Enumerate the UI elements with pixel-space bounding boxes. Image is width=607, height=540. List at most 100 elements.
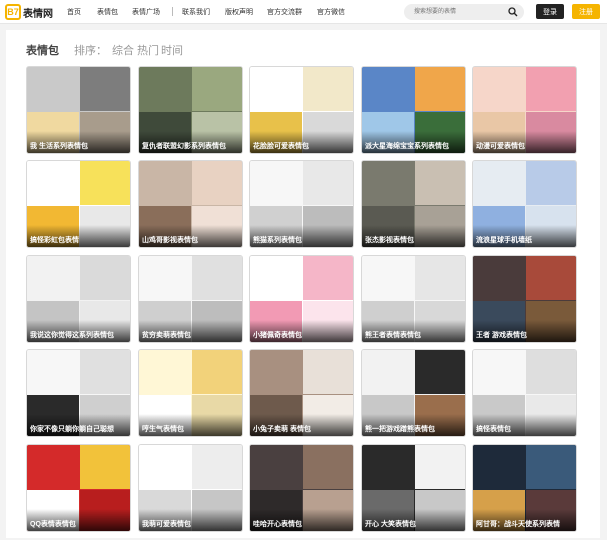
login-button[interactable]: 登录 <box>536 4 564 19</box>
emoji-pack-card[interactable]: 花脸脸可爱表情包 <box>249 66 354 154</box>
emoji-pack-card[interactable]: 开心 大笑表情包 <box>361 444 466 532</box>
card-title[interactable]: 花脸脸可爱表情包 <box>250 131 353 153</box>
thumbnail-tile <box>192 67 242 111</box>
card-title[interactable]: 我说这你觉得这系列表情包 <box>27 320 130 342</box>
card-title[interactable]: 你家不像只躺你躺自己聪想 <box>27 414 130 436</box>
nav-item-emoji-packs[interactable]: 表情包 <box>97 7 118 17</box>
nav-item-group[interactable]: 官方交流群 <box>267 7 302 17</box>
emoji-pack-card[interactable]: 阿甘哥：战斗天使系列表情 <box>472 444 577 532</box>
card-title[interactable]: 王者 游戏表情包 <box>473 320 576 342</box>
thumbnail-tile <box>250 350 302 394</box>
logo-icon[interactable]: B7 <box>5 4 21 20</box>
emoji-pack-card[interactable]: 你家不像只躺你躺自己聪想 <box>26 349 131 437</box>
card-title[interactable]: 小猪佩奇表情包 <box>250 320 353 342</box>
emoji-pack-card[interactable]: 小猪佩奇表情包 <box>249 255 354 343</box>
emoji-pack-card[interactable]: 哇哈开心表情包 <box>249 444 354 532</box>
thumbnail-tile <box>473 256 525 300</box>
thumbnail-tile <box>526 350 576 394</box>
nav-item-copyright[interactable]: 版权声明 <box>225 7 253 17</box>
emoji-pack-card[interactable]: 熊猫系列表情包 <box>249 160 354 248</box>
nav-item-home[interactable]: 首页 <box>67 7 81 17</box>
thumbnail-tile <box>139 445 191 489</box>
thumbnail-tile <box>362 256 414 300</box>
emoji-pack-card[interactable]: 贫穷卖萌表情包 <box>138 255 243 343</box>
thumbnail-tile <box>473 445 525 489</box>
thumbnail-tile <box>250 445 302 489</box>
nav-item-wechat[interactable]: 官方微信 <box>317 7 345 17</box>
sort-option-time[interactable]: 时间 <box>161 42 183 58</box>
nav-item-emoji-square[interactable]: 表情广场 <box>132 7 160 17</box>
thumbnail-tile <box>80 67 130 111</box>
emoji-pack-card[interactable]: 张杰影视表情包 <box>361 160 466 248</box>
emoji-pack-card[interactable]: 熊一把游戏蹭熊表情包 <box>361 349 466 437</box>
emoji-pack-card[interactable]: 搞怪彩虹包表情 <box>26 160 131 248</box>
card-title[interactable]: 阿甘哥：战斗天使系列表情 <box>473 509 576 531</box>
nav-divider <box>172 7 173 16</box>
card-title[interactable]: 熊一把游戏蹭熊表情包 <box>362 414 465 436</box>
thumbnail-tile <box>139 161 191 205</box>
card-title[interactable]: 派大星海绵宝宝系列表情包 <box>362 131 465 153</box>
emoji-pack-card[interactable]: 派大星海绵宝宝系列表情包 <box>361 66 466 154</box>
thumbnail-tile <box>192 350 242 394</box>
card-title[interactable]: QQ表情表情包 <box>27 509 130 531</box>
emoji-pack-card[interactable]: 动漫可爱表情包 <box>472 66 577 154</box>
nav-item-contact[interactable]: 联系我们 <box>182 7 210 17</box>
card-title[interactable]: 复仇者联盟幻影系列表情包 <box>139 131 242 153</box>
card-title[interactable]: 熊猫系列表情包 <box>250 225 353 247</box>
thumbnail-tile <box>27 161 79 205</box>
emoji-pack-card[interactable]: 熊王者表情表情包 <box>361 255 466 343</box>
site-name[interactable]: 表情网 <box>23 5 53 20</box>
emoji-pack-card[interactable]: 我说这你觉得这系列表情包 <box>26 255 131 343</box>
card-title[interactable]: 熊王者表情表情包 <box>362 320 465 342</box>
thumbnail-tile <box>415 256 465 300</box>
card-title[interactable]: 我萌可爱表情包 <box>139 509 242 531</box>
card-title[interactable]: 张杰影视表情包 <box>362 225 465 247</box>
thumbnail-tile <box>139 350 191 394</box>
thumbnail-tile <box>27 256 79 300</box>
emoji-pack-card[interactable]: 小兔子卖萌 表情包 <box>249 349 354 437</box>
emoji-pack-card[interactable]: 我萌可爱表情包 <box>138 444 243 532</box>
card-title[interactable]: 山鸡哥影视表情包 <box>139 225 242 247</box>
card-title[interactable]: 搞怪表情包 <box>473 414 576 436</box>
card-title[interactable]: 哇哈开心表情包 <box>250 509 353 531</box>
card-title[interactable]: 开心 大笑表情包 <box>362 509 465 531</box>
emoji-pack-card[interactable]: QQ表情表情包 <box>26 444 131 532</box>
thumbnail-tile <box>362 445 414 489</box>
emoji-pack-card[interactable]: 哼生气表情包 <box>138 349 243 437</box>
card-title[interactable]: 贫穷卖萌表情包 <box>139 320 242 342</box>
card-title[interactable]: 动漫可爱表情包 <box>473 131 576 153</box>
card-title[interactable]: 哼生气表情包 <box>139 414 242 436</box>
thumbnail-tile <box>192 445 242 489</box>
emoji-pack-card[interactable]: 山鸡哥影视表情包 <box>138 160 243 248</box>
emoji-pack-card[interactable]: 流浪星球手机墙纸 <box>472 160 577 248</box>
thumbnail-tile <box>362 350 414 394</box>
thumbnail-tile <box>80 445 130 489</box>
search-icon[interactable] <box>508 7 518 17</box>
sort-option-hot[interactable]: 热门 <box>137 42 159 58</box>
section-title: 表情包 <box>26 45 59 57</box>
thumbnail-tile <box>526 67 576 111</box>
thumbnail-tile <box>303 161 353 205</box>
card-title[interactable]: 小兔子卖萌 表情包 <box>250 414 353 436</box>
card-title[interactable]: 搞怪彩虹包表情 <box>27 225 130 247</box>
thumbnail-tile <box>303 350 353 394</box>
sort-option-overall[interactable]: 综合 <box>112 42 134 58</box>
emoji-pack-card[interactable]: 复仇者联盟幻影系列表情包 <box>138 66 243 154</box>
search-box <box>404 4 524 20</box>
thumbnail-tile <box>526 161 576 205</box>
thumbnail-tile <box>80 350 130 394</box>
search-input[interactable] <box>404 4 504 20</box>
thumbnail-tile <box>473 350 525 394</box>
thumbnail-tile <box>415 350 465 394</box>
thumbnail-tile <box>250 67 302 111</box>
card-title[interactable]: 流浪星球手机墙纸 <box>473 225 576 247</box>
thumbnail-tile <box>362 161 414 205</box>
thumbnail-tile <box>139 256 191 300</box>
register-button[interactable]: 注册 <box>572 4 600 19</box>
emoji-pack-card[interactable]: 搞怪表情包 <box>472 349 577 437</box>
thumbnail-tile <box>303 256 353 300</box>
card-title[interactable]: 我 生活系列表情包 <box>27 131 130 153</box>
emoji-pack-card[interactable]: 我 生活系列表情包 <box>26 66 131 154</box>
thumbnail-tile <box>250 161 302 205</box>
emoji-pack-card[interactable]: 王者 游戏表情包 <box>472 255 577 343</box>
